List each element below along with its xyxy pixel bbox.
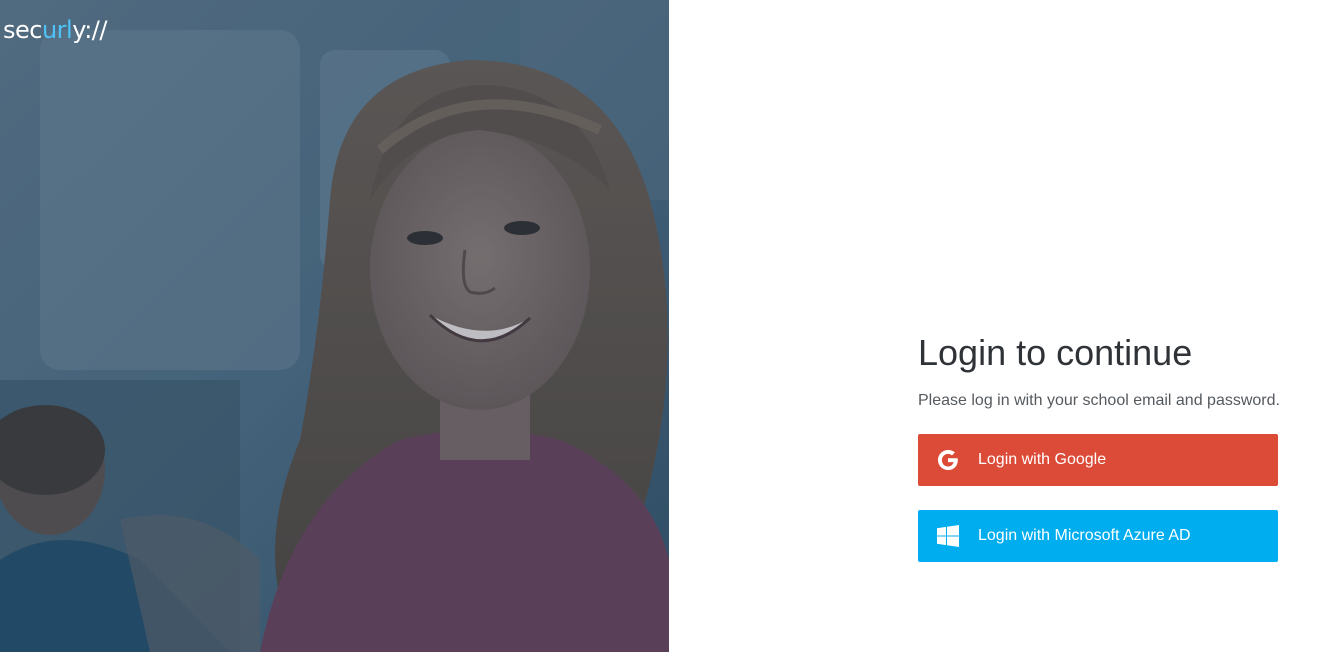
login-page: securly:// Login to continue Please log … [0,0,1335,652]
logo-suffix: y [72,16,85,44]
login-panel: Login to continue Please log in with you… [918,330,1298,562]
page-title: Login to continue [918,332,1193,373]
page-subtitle: Please log in with your school email and… [918,392,1280,409]
google-g-icon [918,434,978,486]
windows-icon [918,510,978,562]
hero-image [0,0,669,652]
hero-photo: securly:// [0,0,669,652]
login-google-button[interactable]: Login with Google [918,434,1278,486]
login-microsoft-button[interactable]: Login with Microsoft Azure AD [918,510,1278,562]
logo-accent: url [41,16,73,44]
login-microsoft-label: Login with Microsoft Azure AD [978,527,1191,544]
login-google-label: Login with Google [978,451,1107,468]
logo-prefix: sec [3,16,42,44]
logo-slashes: :// [84,16,107,44]
securly-logo: securly:// [3,14,107,46]
